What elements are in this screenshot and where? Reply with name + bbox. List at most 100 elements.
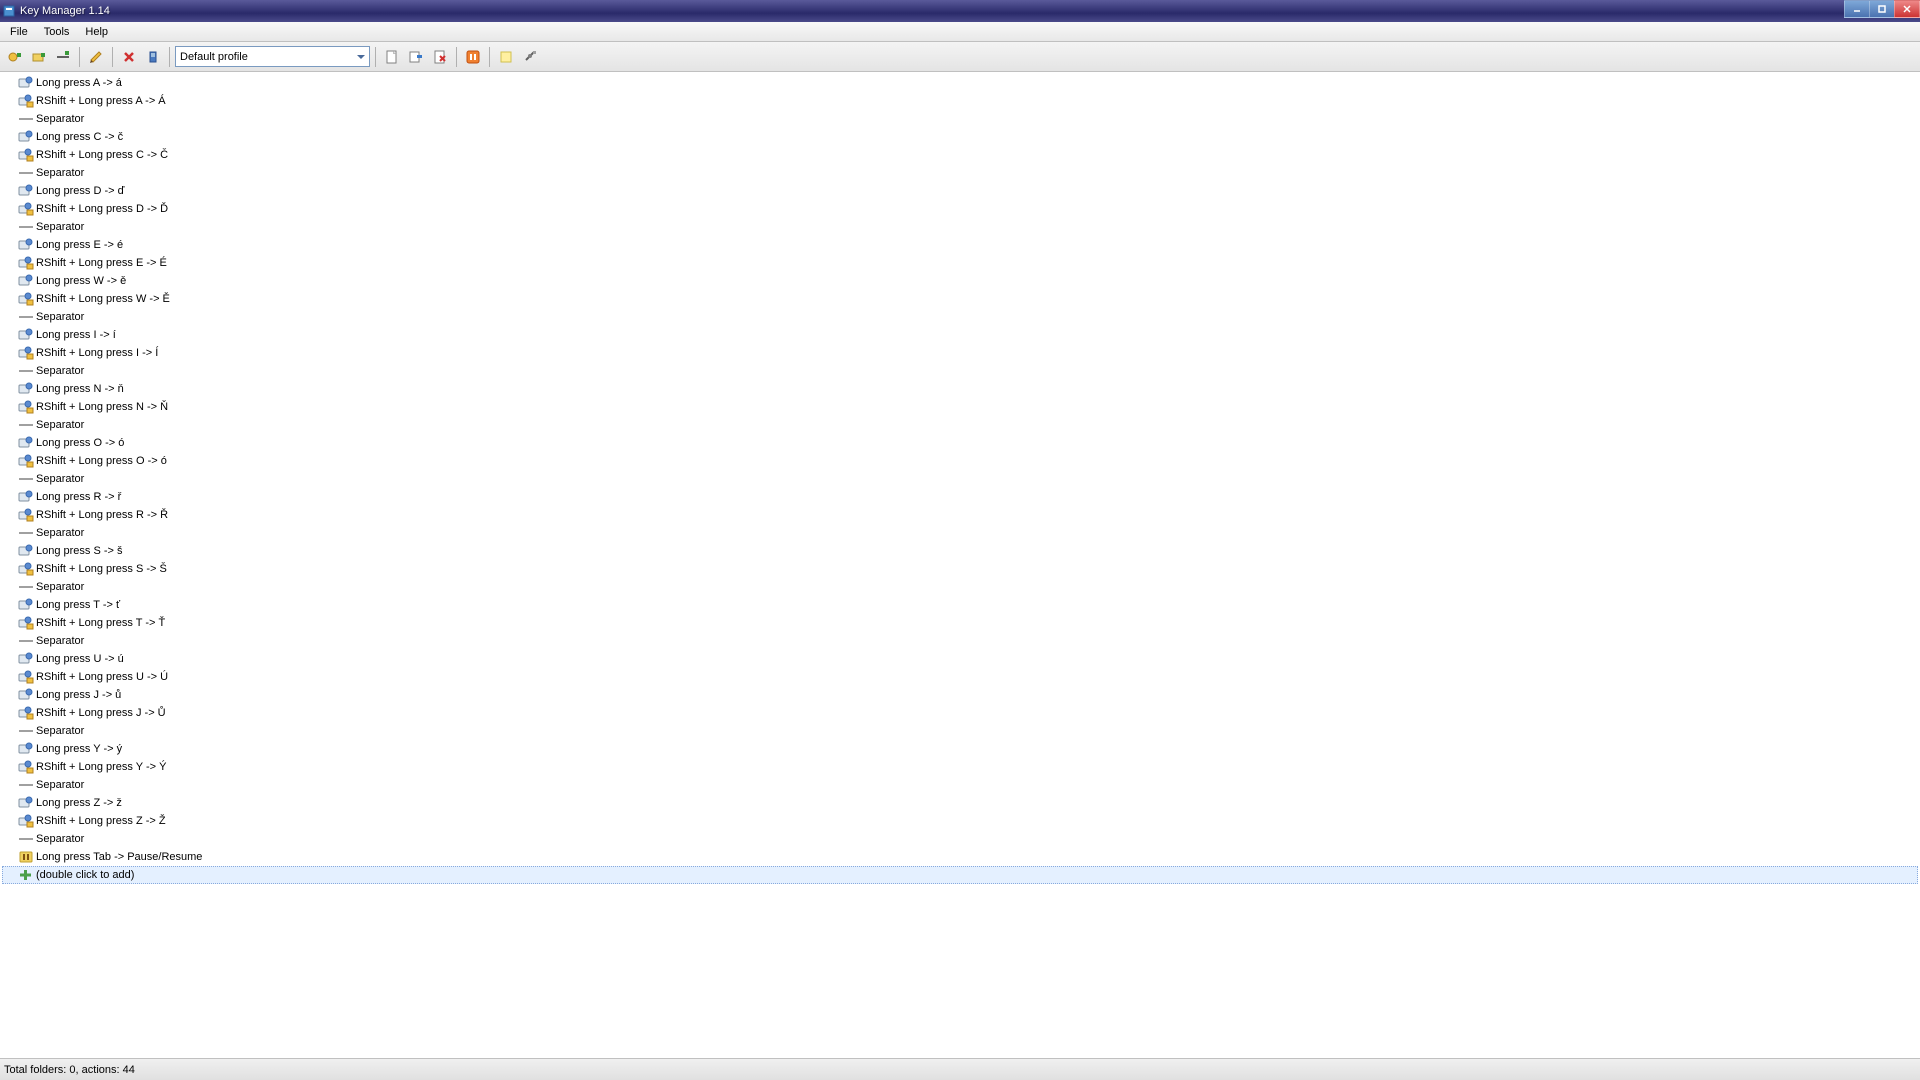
list-item[interactable]: RShift + Long press D -> Ď [2,200,1918,218]
list-item[interactable]: Long press O -> ó [2,434,1918,452]
list-item-label: Long press U -> ú [36,653,124,665]
list-item-label: Long press N -> ň [36,383,124,395]
list-item[interactable]: Long press D -> ď [2,182,1918,200]
minimize-button[interactable] [1844,0,1870,18]
list-item-label: Separator [36,419,84,431]
list-item[interactable]: Separator [2,362,1918,380]
list-item[interactable]: Long press N -> ň [2,380,1918,398]
list-item[interactable]: Separator [2,776,1918,794]
list-item[interactable]: Long press W -> ě [2,272,1918,290]
key-mapping-icon [18,238,34,252]
menu-help[interactable]: Help [77,24,116,40]
add-action-button[interactable] [4,46,26,68]
list-item-label: RShift + Long press S -> Š [36,563,167,575]
list-item[interactable]: Long press I -> í [2,326,1918,344]
key-mapping-icon [18,346,34,360]
list-item[interactable]: Separator [2,722,1918,740]
list-item[interactable]: RShift + Long press C -> Č [2,146,1918,164]
list-item[interactable]: Long press S -> š [2,542,1918,560]
list-item-label: Long press Z -> ž [36,797,122,809]
add-new-item[interactable]: (double click to add) [2,866,1918,884]
list-item[interactable]: Long press Z -> ž [2,794,1918,812]
list-item[interactable]: Separator [2,308,1918,326]
list-item[interactable]: RShift + Long press N -> Ň [2,398,1918,416]
menu-file[interactable]: File [2,24,36,40]
separator-icon [18,418,34,432]
delete-button[interactable] [118,46,140,68]
list-item[interactable]: Long press T -> ť [2,596,1918,614]
list-item[interactable]: Separator [2,524,1918,542]
add-separator-button[interactable] [52,46,74,68]
list-item[interactable]: Long press U -> ú [2,650,1918,668]
window-controls [1845,0,1920,18]
toolbar-separator [375,47,376,67]
list-item[interactable]: RShift + Long press Y -> Ý [2,758,1918,776]
separator-icon [18,364,34,378]
list-item[interactable]: RShift + Long press E -> É [2,254,1918,272]
list-item[interactable]: Separator [2,110,1918,128]
list-item[interactable]: Separator [2,470,1918,488]
list-item[interactable]: RShift + Long press O -> ó [2,452,1918,470]
edit-button[interactable] [85,46,107,68]
key-mapping-icon [18,760,34,774]
list-item-label: Long press C -> č [36,131,123,143]
list-item-label: Separator [36,311,84,323]
settings-button[interactable] [519,46,541,68]
list-item[interactable]: Long press C -> č [2,128,1918,146]
key-mapping-icon [18,508,34,522]
highlight-button[interactable] [495,46,517,68]
list-item[interactable]: Separator [2,632,1918,650]
rename-profile-button[interactable] [405,46,427,68]
toolbar-separator [79,47,80,67]
list-item[interactable]: RShift + Long press A -> Á [2,92,1918,110]
list-item-label: Long press A -> á [36,77,122,89]
new-profile-button[interactable] [381,46,403,68]
list-item[interactable]: RShift + Long press S -> Š [2,560,1918,578]
list-item[interactable]: Separator [2,218,1918,236]
list-item[interactable]: RShift + Long press R -> Ř [2,506,1918,524]
delete-profile-button[interactable] [429,46,451,68]
separator-icon [18,724,34,738]
list-item[interactable]: Long press E -> é [2,236,1918,254]
key-mapping-icon [18,490,34,504]
list-item[interactable]: Separator [2,578,1918,596]
list-item-label: Separator [36,527,84,539]
list-item[interactable]: Long press Tab -> Pause/Resume [2,848,1918,866]
list-item[interactable]: Separator [2,164,1918,182]
list-item[interactable]: RShift + Long press Z -> Ž [2,812,1918,830]
toolbar-separator [112,47,113,67]
key-mapping-icon [18,328,34,342]
list-item[interactable]: RShift + Long press J -> Ů [2,704,1918,722]
close-button[interactable] [1894,0,1920,18]
list-item[interactable]: Long press J -> ů [2,686,1918,704]
list-item-label: RShift + Long press R -> Ř [36,509,168,521]
add-folder-button[interactable] [28,46,50,68]
toggle-enable-button[interactable] [142,46,164,68]
menu-tools[interactable]: Tools [36,24,78,40]
list-item-label: RShift + Long press J -> Ů [36,707,166,719]
key-mapping-icon [18,130,34,144]
list-item[interactable]: Long press A -> á [2,74,1918,92]
list-item-label: Long press R -> ř [36,491,121,503]
list-item[interactable]: Separator [2,830,1918,848]
list-item-label: Separator [36,833,84,845]
list-item-label: Long press J -> ů [36,689,121,701]
key-mapping-icon [18,76,34,90]
list-item[interactable]: RShift + Long press T -> Ť [2,614,1918,632]
list-item[interactable]: RShift + Long press I -> Í [2,344,1918,362]
list-item[interactable]: Separator [2,416,1918,434]
key-mapping-icon [18,706,34,720]
key-mapping-icon [18,598,34,612]
profile-dropdown[interactable]: Default profile [175,46,370,67]
menubar: File Tools Help [0,22,1920,42]
list-item[interactable]: Long press Y -> ý [2,740,1918,758]
maximize-button[interactable] [1869,0,1895,18]
list-item[interactable]: RShift + Long press W -> Ě [2,290,1918,308]
key-mapping-icon [18,454,34,468]
list-item[interactable]: Long press R -> ř [2,488,1918,506]
key-mapping-icon [18,256,34,270]
action-list[interactable]: Long press A -> á RShift + Long press A -… [0,72,1920,1056]
list-item-label: RShift + Long press A -> Á [36,95,166,107]
list-item[interactable]: RShift + Long press U -> Ú [2,668,1918,686]
pause-button[interactable] [462,46,484,68]
